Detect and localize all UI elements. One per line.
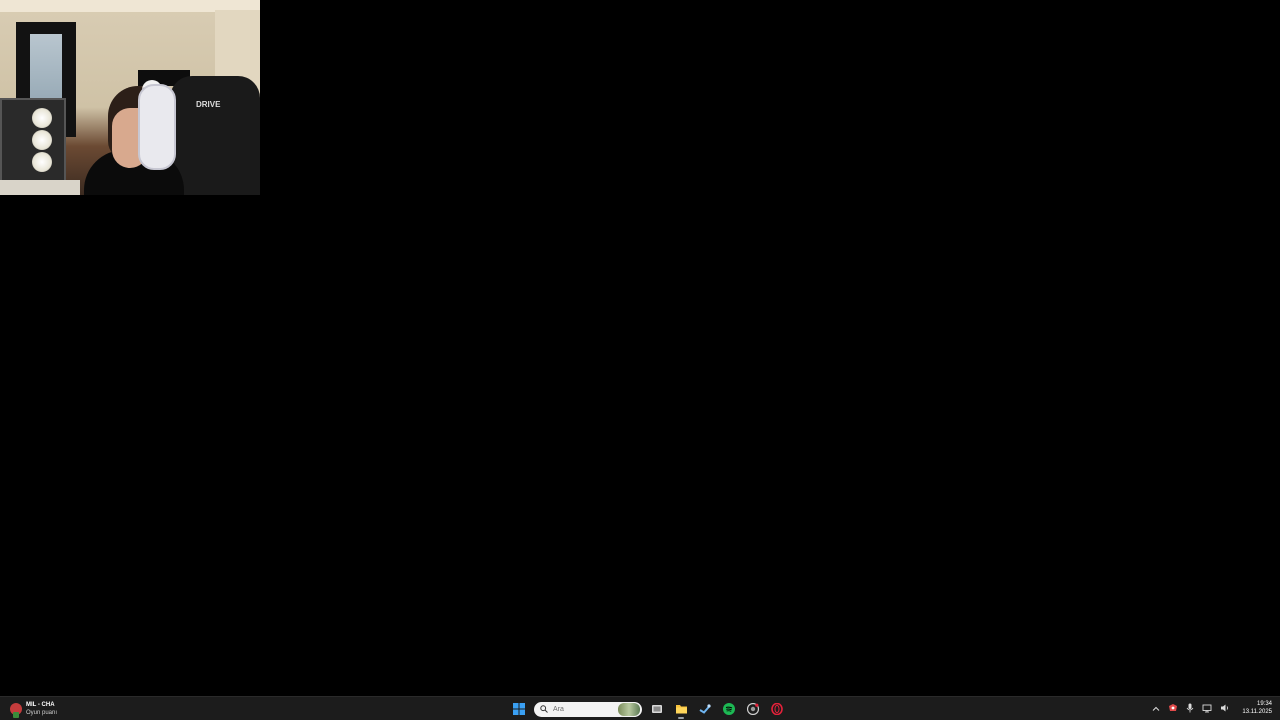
clock-time: 19:34 xyxy=(1256,701,1272,707)
search-icon xyxy=(540,705,548,713)
spotify-button[interactable] xyxy=(720,700,738,718)
widget-title: MIL - CHA xyxy=(26,702,55,708)
antivirus-icon[interactable] xyxy=(1168,700,1178,718)
task-view-button[interactable] xyxy=(648,700,666,718)
taskbar-clock[interactable]: 19:34 13.11.2025 xyxy=(1242,700,1272,716)
file-explorer-button[interactable] xyxy=(672,700,690,719)
webcam-chair-logo: DRIVE xyxy=(196,100,221,109)
spotify-icon xyxy=(723,703,735,715)
taskbar-center: Ara xyxy=(510,698,786,720)
webcam-pc-case xyxy=(0,98,66,187)
clock-date: 13.11.2025 xyxy=(1242,709,1272,715)
file-explorer-icon xyxy=(675,705,687,714)
windows-start-icon xyxy=(513,703,525,715)
chrome-button[interactable] xyxy=(744,700,762,718)
network-icon[interactable] xyxy=(1202,700,1212,718)
steam-icon xyxy=(699,704,711,714)
task-view-icon xyxy=(652,705,662,713)
chrome-icon xyxy=(747,703,759,715)
widget-subtitle: Oyun puanı xyxy=(26,710,58,716)
start-button[interactable] xyxy=(510,700,528,718)
webcam-overlay: DRIVE xyxy=(0,0,260,195)
taskbar: MIL - CHA Oyun puanı Ara 19:34 13.11.202… xyxy=(0,696,1280,720)
webcam-gaming-chair xyxy=(170,76,260,195)
opera-gx-button[interactable] xyxy=(768,700,786,718)
widget-text: MIL - CHA Oyun puanı xyxy=(26,701,57,717)
webcam-headset xyxy=(138,84,176,170)
steam-button[interactable] xyxy=(696,700,714,718)
system-tray xyxy=(1152,699,1230,719)
sports-score-icon xyxy=(10,703,22,718)
taskbar-search-box[interactable]: Ara xyxy=(534,701,642,717)
chevron-up-icon[interactable] xyxy=(1152,700,1160,718)
search-placeholder: Ara xyxy=(553,705,564,713)
opera-gx-icon xyxy=(771,703,783,715)
taskbar-widget[interactable]: MIL - CHA Oyun puanı xyxy=(10,699,57,719)
search-highlight-image[interactable] xyxy=(618,702,640,716)
webcam-desk xyxy=(0,180,80,195)
volume-icon[interactable] xyxy=(1220,700,1230,718)
microphone-icon[interactable] xyxy=(1186,700,1194,718)
